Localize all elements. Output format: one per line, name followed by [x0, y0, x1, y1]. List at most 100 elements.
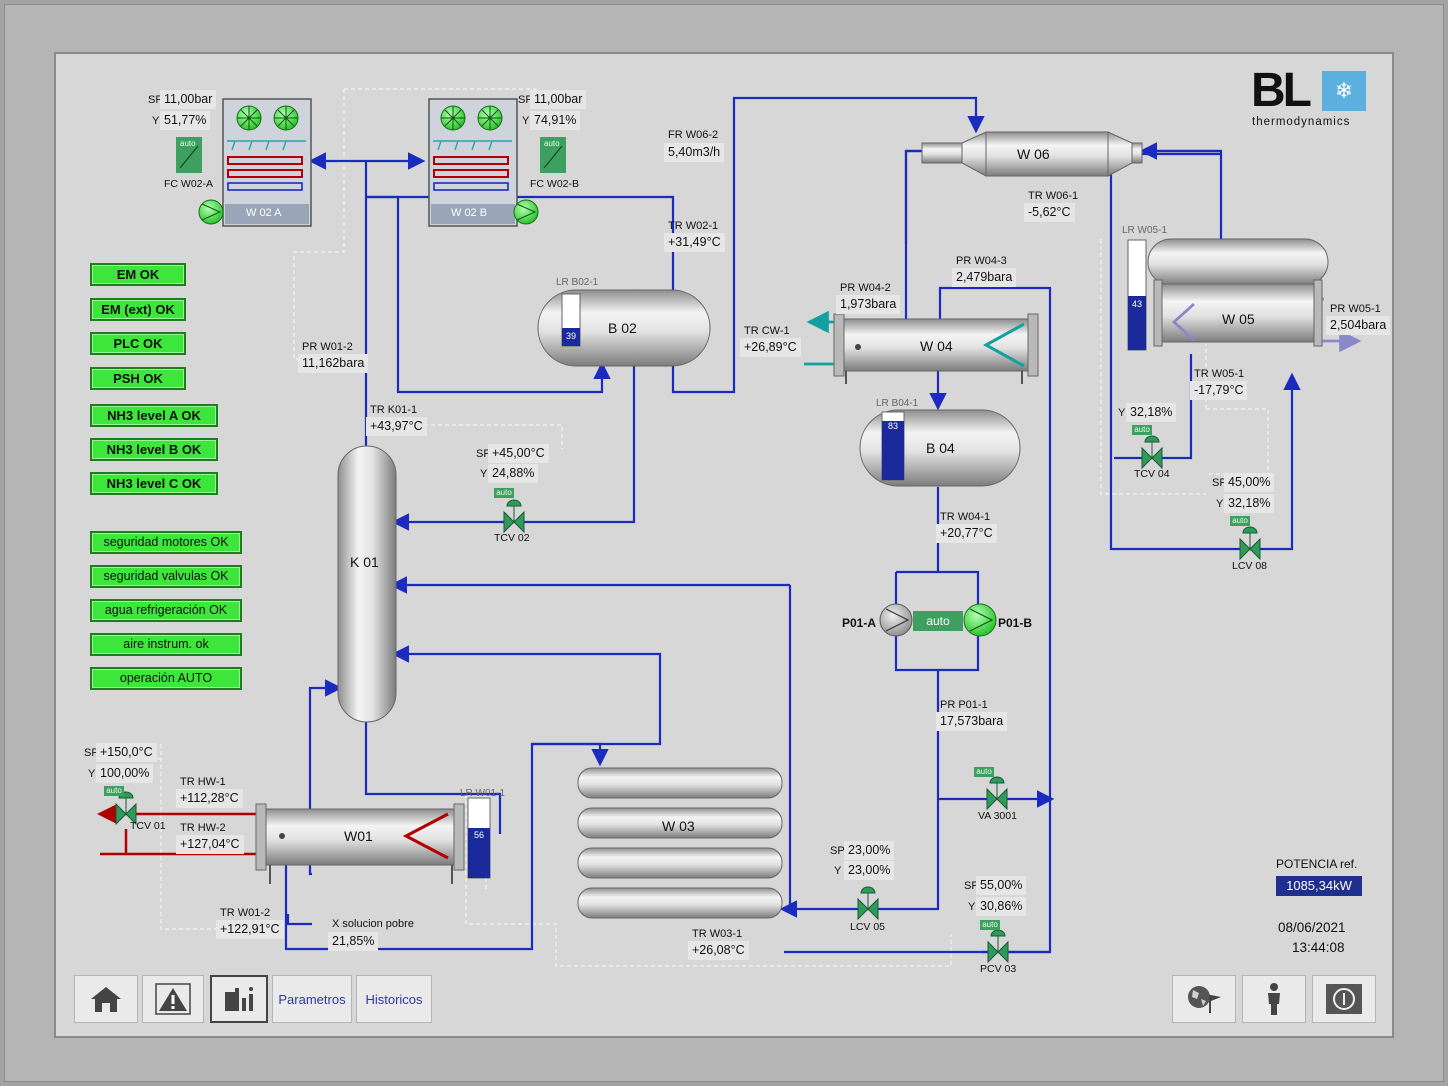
w02b-y-value[interactable]: 74,91% [530, 111, 581, 130]
snowflake-icon: ❄ [1322, 71, 1366, 111]
tr-hw-2-value: +127,04°C [176, 835, 244, 854]
w02a-sp-value[interactable]: 11,00bar [160, 90, 217, 109]
w01-name: W01 [344, 828, 373, 844]
tr-w06-1-tag: TR W06-1 [1028, 190, 1079, 202]
status-plc: PLC OK [90, 332, 186, 355]
pr-w01-2-value: 11,162bara [298, 354, 369, 373]
status-em: EM OK [90, 263, 186, 286]
process-diagram [97, 88, 1362, 967]
status-nh3-c: NH3 level C OK [90, 472, 218, 495]
fr-w06-2-value: 5,40m3/h [664, 143, 725, 162]
pr-w05-1-value: 2,504bara [1326, 316, 1391, 335]
lcv08-auto[interactable]: auto [1230, 516, 1250, 526]
status-psh: PSH OK [90, 367, 186, 390]
tcv04-y-label: Y [1118, 407, 1126, 419]
tcv04-auto[interactable]: auto [1132, 425, 1152, 435]
control-valves [115, 435, 1261, 964]
tcv02-auto[interactable]: auto [494, 488, 514, 498]
pcv03-auto[interactable]: auto [980, 920, 1000, 930]
pcv03-y-value[interactable]: 30,86% [976, 897, 1027, 916]
alarms-button[interactable] [142, 975, 204, 1023]
tcv01-sp-value[interactable]: +150,0°C [96, 743, 157, 762]
tr-w04-1-tag: TR W04-1 [940, 511, 991, 523]
hmi-screen: BL ❄ thermodynamics W 02 A W 02 B SP 11,… [54, 52, 1394, 1038]
lcv08-sp-value[interactable]: 45,00% [1224, 473, 1275, 492]
lcv05-sp-value[interactable]: 23,00% [844, 841, 895, 860]
status-agua-refrigeracion: agua refrigeración OK [90, 599, 242, 622]
lr-b04-value: 83 [882, 421, 904, 431]
w03-name: W 03 [662, 818, 695, 834]
fc-w02a-auto[interactable]: auto [180, 139, 196, 148]
x-solucion-value: 21,85% [328, 932, 379, 951]
pr-w01-2-tag: PR W01-2 [302, 341, 353, 353]
tr-hw-1-value: +112,28°C [176, 789, 243, 808]
column-k01 [337, 445, 397, 723]
tcv02-y-label: Y [480, 468, 488, 480]
tr-w05-1-tag: TR W05-1 [1194, 368, 1245, 380]
lr-w05-value: 43 [1128, 299, 1146, 309]
user-button[interactable] [1242, 975, 1306, 1023]
tr-w01-2-value: +122,91°C [216, 920, 284, 939]
pr-w04-2-value: 1,973bara [836, 295, 901, 314]
tr-hw-1-tag: TR HW-1 [180, 776, 226, 788]
pump-p01a-label: P01-A [842, 616, 877, 630]
lcv08-y-value[interactable]: 32,18% [1224, 494, 1275, 513]
date: 08/06/2021 [1278, 920, 1346, 935]
pcv03-sp-value[interactable]: 55,00% [976, 876, 1027, 895]
w02a-y-value[interactable]: 51,77% [160, 111, 211, 130]
pcv03-label: PCV 03 [980, 963, 1017, 975]
w02b-sp-value[interactable]: 11,00bar [530, 90, 587, 109]
lr-b02-value: 39 [562, 331, 580, 341]
language-button[interactable] [1172, 975, 1236, 1023]
tcv02-y-value[interactable]: 24,88% [488, 464, 539, 483]
w04-name: W 04 [920, 338, 953, 354]
info-button[interactable] [1312, 975, 1376, 1023]
logo-bl: BL [1251, 64, 1312, 117]
w05-name: W 05 [1222, 311, 1255, 327]
tr-w02-1-value: +31,49°C [664, 233, 725, 252]
tr-w06-1-value: -5,62°C [1024, 203, 1075, 222]
lcv05-y-label: Y [834, 865, 842, 877]
fr-w06-2-tag: FR W06-2 [668, 129, 719, 141]
lcv05-y-value[interactable]: 23,00% [844, 861, 895, 880]
tr-w01-2-tag: TR W01-2 [220, 907, 271, 919]
tcv01-auto[interactable]: auto [104, 786, 124, 796]
alarm-warning-icon [155, 983, 191, 1015]
k01-name: K 01 [350, 554, 379, 570]
pr-w04-2-tag: PR W04-2 [840, 282, 891, 294]
pr-w04-3-tag: PR W04-3 [956, 255, 1007, 267]
pump-mode-auto[interactable]: auto [913, 611, 963, 631]
pr-w04-3-value: 2,479bara [952, 268, 1017, 287]
lr-b02-tag: LR B02-1 [556, 277, 599, 288]
home-button[interactable] [74, 975, 138, 1023]
x-solucion-tag: X solucion pobre [332, 918, 414, 930]
lcv08-label: LCV 08 [1232, 560, 1268, 572]
b04-name: B 04 [926, 440, 955, 456]
pr-p01-1-value: 17,573bara [936, 712, 1008, 731]
tr-cw-1-tag: TR CW-1 [744, 325, 790, 337]
tr-cw-1-value: +26,89°C [740, 338, 801, 357]
tcv01-y-value[interactable]: 100,00% [96, 764, 154, 783]
tcv04-y-value[interactable]: 32,18% [1126, 403, 1177, 422]
tcv02-sp-value[interactable]: +45,00°C [488, 444, 549, 463]
va3001-auto[interactable]: auto [974, 767, 994, 777]
user-icon [1268, 983, 1280, 1015]
reports-button[interactable] [210, 975, 268, 1023]
tcv02-label: TCV 02 [494, 532, 530, 544]
lr-w05-tag: LR W05-1 [1122, 225, 1168, 236]
tr-w03-1-tag: TR W03-1 [692, 928, 743, 940]
home-icon [91, 987, 121, 1012]
fc-w02b-auto[interactable]: auto [544, 139, 560, 148]
logo-subtitle: thermodynamics [1252, 116, 1351, 128]
w02b-label: W 02 B [451, 207, 488, 219]
lr-w01-value: 56 [468, 830, 490, 840]
tr-k01-1-tag: TR K01-1 [370, 404, 418, 416]
status-aire-instrum: aire instrum. ok [90, 633, 242, 656]
tcv01-label: TCV 01 [130, 820, 166, 832]
lr-w01-tag: LR W01-1 [460, 788, 506, 799]
va3001-label: VA 3001 [978, 810, 1017, 822]
historicos-button[interactable]: Historicos [356, 975, 432, 1023]
parametros-button[interactable]: Parametros [272, 975, 352, 1023]
power-icon [1326, 984, 1362, 1014]
b02-name: B 02 [608, 320, 637, 336]
